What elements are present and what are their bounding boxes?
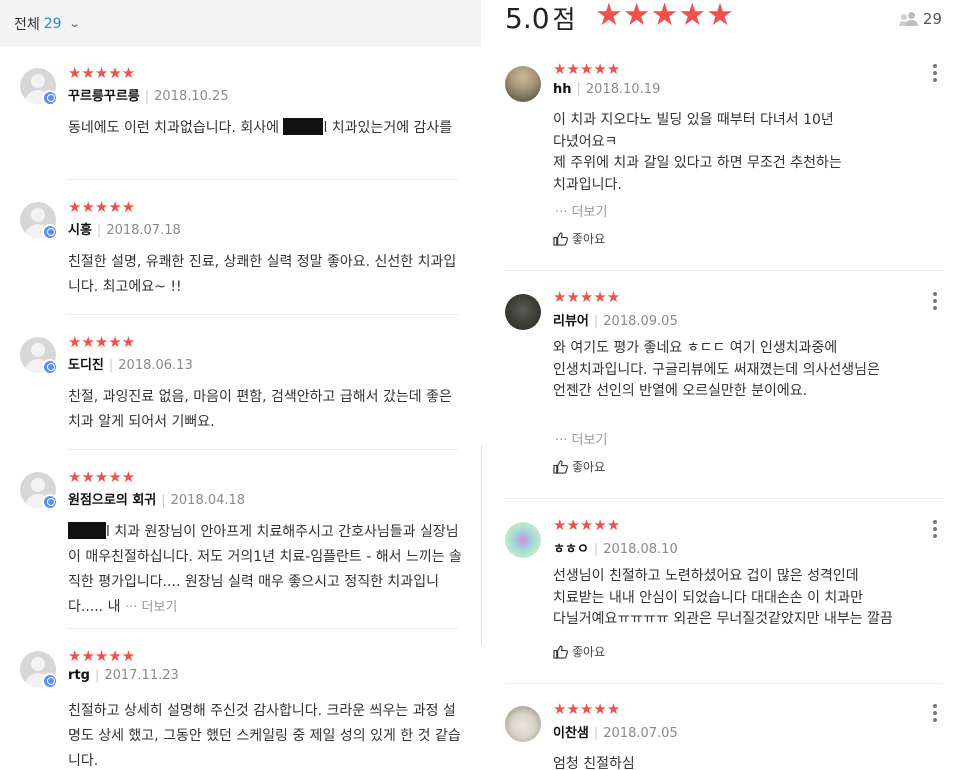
like-button[interactable]: 좋아요	[553, 230, 605, 247]
review-text: 친절한 설명, 유쾌한 진료, 상쾌한 실력 정말 좋아요. 신선한 치과입니다…	[68, 254, 457, 295]
location-pin-icon	[42, 494, 58, 510]
more-link[interactable]: ··· 더보기	[555, 201, 607, 220]
rating-stars: ★★★★★	[68, 333, 136, 351]
avatar[interactable]	[505, 706, 541, 742]
more-link[interactable]: ··· 더보기	[125, 600, 177, 615]
filter-count: 29	[43, 15, 62, 32]
review-text: 친절, 과잉진료 없음, 마음이 편함, 검색안하고 급해서 갔는데 좋은 치과…	[68, 389, 452, 430]
location-pin-icon	[42, 90, 58, 106]
kebab-menu-icon[interactable]	[929, 64, 941, 84]
redaction-block	[283, 118, 324, 135]
review-date: 2018.07.05	[603, 726, 678, 741]
panel-edge	[481, 445, 482, 645]
average-rating-stars: ★★★★★	[595, 0, 734, 33]
divider	[66, 314, 458, 315]
thumbs-up-icon	[553, 231, 568, 246]
divider	[505, 498, 943, 499]
rating-stars: ★★★★★	[553, 700, 621, 718]
review-meta: 원점으로의 회귀 | 2018.04.18	[68, 493, 246, 508]
reviewer-name[interactable]: 꾸르릉꾸르릉	[68, 89, 140, 104]
review-text: 친절하고 상세히 설명해 주신것 감사합니다. 크라운 씌우는 과정 설명도 상…	[68, 703, 461, 769]
reviewer-name[interactable]: 원점으로의 회귀	[68, 493, 156, 508]
divider	[66, 449, 458, 450]
rating-stars: ★★★★★	[68, 64, 136, 82]
reviewer-name[interactable]: hh	[553, 82, 572, 97]
review-meta: 시홍 | 2018.07.18	[68, 223, 181, 238]
review-meta: 리뷰어 | 2018.09.05	[553, 314, 678, 329]
redaction-block	[68, 522, 106, 539]
review-date: 2018.10.25	[154, 89, 229, 104]
people-icon	[898, 12, 919, 26]
review-text: 동네에도 이런 치과없습니다. 회사에 l 치과있는거에 감사를	[68, 118, 453, 136]
thumbs-up-icon	[553, 459, 568, 474]
location-pin-icon	[42, 359, 58, 375]
rating-stars: ★★★★★	[68, 198, 136, 216]
divider	[505, 270, 943, 271]
review-meta: 이찬샘 | 2018.07.05	[553, 726, 678, 741]
reviewer-name[interactable]: 시홍	[68, 223, 92, 238]
review-text: 선생님이 친절하고 노련하셨어요 겁이 많은 성격인데 치료받는 내내 안심이 …	[553, 568, 893, 627]
chevron-down-icon[interactable]: ⌄	[68, 17, 80, 30]
rating-stars: ★★★★★	[553, 288, 621, 306]
rating-stars: ★★★★★	[553, 60, 621, 78]
reviewer-name[interactable]: 이찬샘	[553, 726, 589, 741]
kebab-menu-icon[interactable]	[929, 520, 941, 540]
filter-label: 전체	[14, 16, 40, 33]
divider	[66, 628, 458, 629]
rating-stars: ★★★★★	[68, 647, 136, 665]
thumbs-up-icon	[553, 644, 568, 659]
review-date: 2017.11.23	[104, 668, 179, 683]
avatar[interactable]	[505, 66, 541, 102]
kebab-menu-icon[interactable]	[929, 292, 941, 312]
review-filter[interactable]: 전체 29 ⌄	[0, 0, 481, 47]
rating-stars: ★★★★★	[68, 468, 136, 486]
average-score: 5.0 점	[505, 2, 576, 35]
right-review-panel: 5.0 점 ★★★★★ 29 ★★★★★ hh | 2018.10.19 이 치과 지…	[481, 0, 962, 770]
avatar[interactable]	[505, 294, 541, 330]
review-meta: hh | 2018.10.19	[553, 82, 661, 97]
location-pin-icon	[42, 224, 58, 240]
reviewer-name[interactable]: 리뷰어	[553, 314, 589, 329]
review-meta: 꾸르릉꾸르릉 | 2018.10.25	[68, 89, 229, 104]
review-meta: rtg | 2017.11.23	[68, 668, 179, 683]
divider	[66, 179, 458, 180]
kebab-menu-icon[interactable]	[929, 704, 941, 724]
location-pin-icon	[42, 673, 58, 689]
review-meta: ㅎㅎㅇ | 2018.08.10	[553, 542, 678, 557]
review-count-value: 29	[922, 10, 942, 28]
more-link[interactable]: ··· 더보기	[555, 429, 607, 448]
left-review-panel: 전체 29 ⌄ ★★★★★ 꾸르릉꾸르릉 | 2018.10.25 동네에도 이런 …	[0, 0, 481, 770]
review-date: 2018.04.18	[170, 493, 246, 508]
avatar[interactable]	[505, 522, 541, 558]
review-text: 와 여기도 평가 좋네요 ㅎㄷㄷ 여기 인생치과중에 인생치과입니다. 구글리뷰…	[553, 340, 880, 399]
reviewer-name[interactable]: rtg	[68, 668, 90, 683]
review-count: 29	[898, 10, 942, 28]
review-date: 2018.10.19	[585, 82, 661, 97]
reviewer-name[interactable]: ㅎㅎㅇ	[553, 542, 589, 557]
review-meta: 도디진 | 2018.06.13	[68, 358, 193, 373]
review-text: 이 치과 지오다노 빌딩 있을 때부터 다녀서 10년 다녔어요ㅋ 제 주위에 …	[553, 112, 842, 193]
review-date: 2018.08.10	[603, 542, 678, 557]
review-date: 2018.07.18	[106, 223, 181, 238]
reviewer-name[interactable]: 도디진	[68, 358, 104, 373]
review-text: 엄청 친절하심	[553, 756, 635, 770]
like-button[interactable]: 좋아요	[553, 643, 605, 660]
rating-stars: ★★★★★	[553, 516, 621, 534]
like-button[interactable]: 좋아요	[553, 458, 605, 475]
review-text: l 치과 원장님이 안아프게 치료해주시고 간호사님들과 실장님이 매우친절하십…	[68, 522, 462, 615]
review-date: 2018.09.05	[603, 314, 678, 329]
divider	[505, 683, 943, 684]
review-date: 2018.06.13	[118, 358, 193, 373]
